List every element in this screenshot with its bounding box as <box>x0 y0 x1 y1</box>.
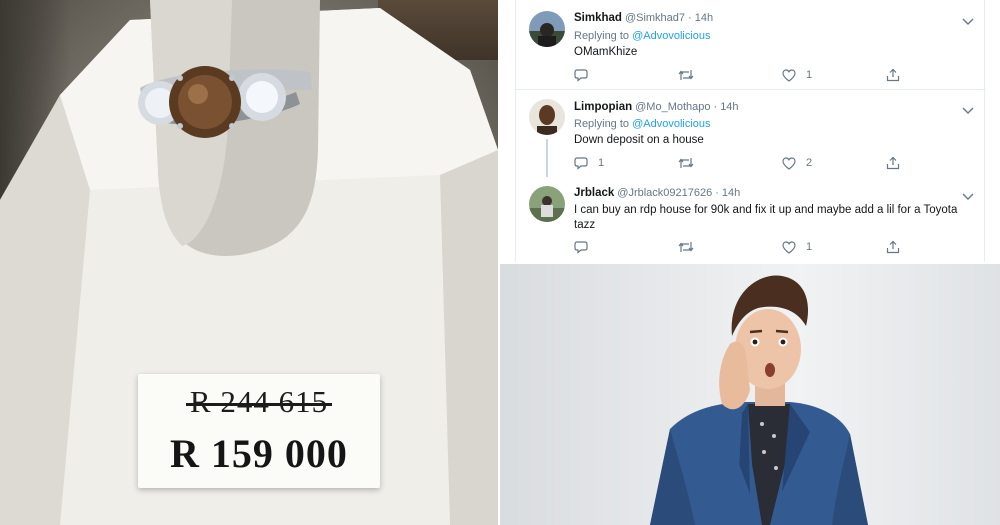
tweet[interactable]: Limpopian @Mo_Mothapo · 14h Replying to @Ad… <box>516 91 986 177</box>
tweet-header: Jrblack @Jrblack09217626 · 14h <box>574 187 740 199</box>
chevron-down-icon[interactable] <box>962 14 974 25</box>
mention-link[interactable]: @Advovolicious <box>632 118 710 130</box>
share-button[interactable] <box>886 239 900 255</box>
user-handle[interactable]: @Mo_Mothapo <box>635 101 710 113</box>
reply-button[interactable] <box>574 239 598 255</box>
separator-dot: · <box>713 101 718 113</box>
retweet-button[interactable] <box>678 239 704 255</box>
tweet-text: I can buy an rdp house for 90k and fix i… <box>574 204 958 231</box>
share-button[interactable] <box>886 67 900 83</box>
chevron-down-icon[interactable] <box>962 103 974 114</box>
retweet-icon <box>678 242 694 252</box>
price-tag: R 244 615 R 159 000 <box>138 374 380 488</box>
like-button[interactable]: 1 <box>782 239 812 255</box>
separator-dot: · <box>688 12 692 24</box>
heart-icon <box>782 68 796 82</box>
timestamp[interactable]: 14h <box>722 187 740 199</box>
reply-button[interactable] <box>574 67 598 83</box>
replying-to: Replying to @Advovolicious <box>574 30 711 42</box>
mention-link[interactable]: @Advovolicious <box>632 30 710 42</box>
user-handle[interactable]: @Jrblack09217626 <box>617 187 712 199</box>
share-button[interactable] <box>886 155 900 171</box>
retweet-icon <box>678 70 694 80</box>
shocked-man-photo <box>500 264 1000 525</box>
tweet-thread: Simkhad @Simkhad7 · 14h Replying to @Advovo… <box>515 0 986 262</box>
display-name[interactable]: Limpopian <box>574 101 632 113</box>
retweet-button[interactable] <box>678 67 704 83</box>
user-handle[interactable]: @Simkhad7 <box>625 12 685 24</box>
tweet-actions: 1 <box>574 67 904 83</box>
display-name[interactable]: Simkhad <box>574 12 622 24</box>
price-strikethrough <box>186 403 332 406</box>
tweet-text: Down deposit on a house <box>574 134 704 146</box>
replying-label: Replying to <box>574 30 630 42</box>
like-count: 2 <box>806 157 813 169</box>
share-icon <box>886 68 900 82</box>
avatar[interactable] <box>529 11 565 47</box>
display-name[interactable]: Jrblack <box>574 187 614 199</box>
replying-label: Replying to <box>574 118 630 130</box>
reply-icon <box>574 241 588 254</box>
heart-icon <box>782 240 796 254</box>
ring-display-photo: R 244 615 R 159 000 <box>0 0 498 525</box>
like-count: 1 <box>806 241 813 253</box>
tweet[interactable]: Simkhad @Simkhad7 · 14h Replying to @Advovo… <box>516 0 986 90</box>
avatar[interactable] <box>529 186 565 222</box>
reply-count: 1 <box>598 157 605 169</box>
tweet[interactable]: Jrblack @Jrblack09217626 · 14h I can buy an… <box>516 177 986 262</box>
share-icon <box>886 240 900 254</box>
reply-icon <box>574 69 588 82</box>
retweet-button[interactable] <box>678 155 704 171</box>
tweet-text: OMamKhize <box>574 46 638 58</box>
timestamp[interactable]: 14h <box>695 12 713 24</box>
heart-icon <box>782 156 796 170</box>
reply-icon <box>574 157 588 170</box>
timestamp[interactable]: 14h <box>720 101 738 113</box>
original-price: R 244 615 <box>189 384 329 419</box>
avatar[interactable] <box>529 99 565 135</box>
sale-price: R 159 000 <box>170 431 348 476</box>
like-button[interactable]: 1 <box>782 67 812 83</box>
tweet-header: Simkhad @Simkhad7 · 14h <box>574 12 713 24</box>
chevron-down-icon[interactable] <box>962 189 974 200</box>
shocked-man-illustration <box>650 275 868 525</box>
replying-to: Replying to @Advovolicious <box>574 118 711 130</box>
tweet-actions: 1 2 <box>574 155 904 171</box>
tweet-header: Limpopian @Mo_Mothapo · 14h <box>574 101 739 113</box>
reply-button[interactable]: 1 <box>574 155 604 171</box>
retweet-icon <box>678 158 694 168</box>
like-count: 1 <box>806 69 813 81</box>
tweet-actions: 1 <box>574 239 904 255</box>
like-button[interactable]: 2 <box>782 155 812 171</box>
share-icon <box>886 156 900 170</box>
separator-dot: · <box>715 187 719 199</box>
thread-connector <box>546 139 548 177</box>
